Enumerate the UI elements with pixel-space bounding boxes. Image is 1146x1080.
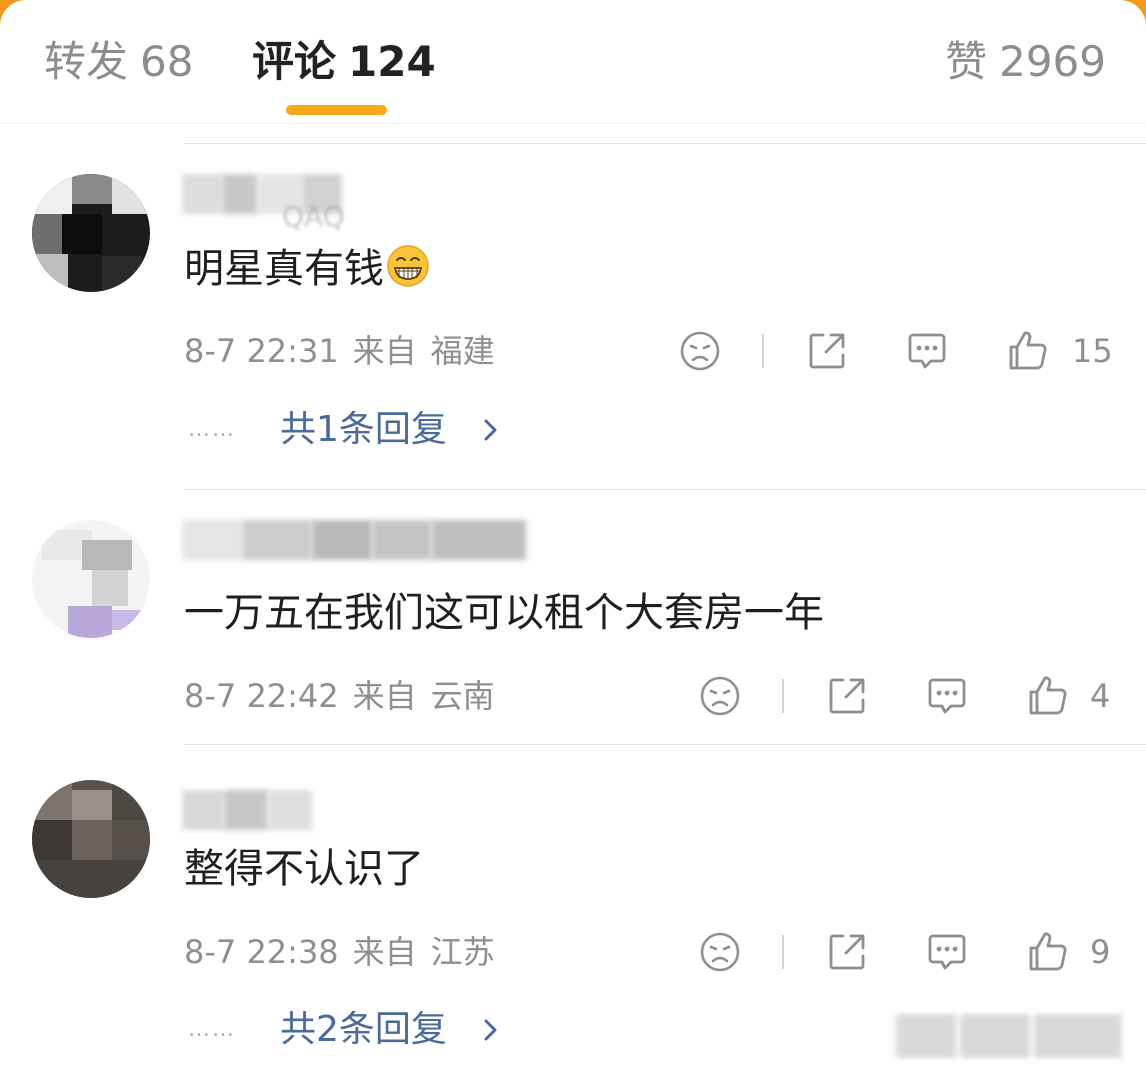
divider (782, 935, 784, 969)
grinning-face-icon (387, 245, 429, 287)
like-thumb-icon[interactable] (1026, 930, 1070, 974)
tab-repost-label: 转发 (44, 37, 129, 86)
tab-comments-count: 124 (348, 37, 436, 86)
comment-text: 整得不认识了 (184, 846, 424, 892)
dislike-face-icon[interactable] (678, 329, 722, 373)
replies-dots: …… (188, 1017, 236, 1042)
avatar[interactable] (32, 780, 150, 898)
divider (184, 744, 1146, 745)
divider (184, 143, 1146, 144)
timestamp: 8-7 22:31 (184, 332, 339, 370)
dislike-face-icon[interactable] (698, 930, 742, 974)
like-thumb-icon[interactable] (1026, 674, 1070, 718)
tab-bar: 转发 68 评论 124 赞 2969 (0, 0, 1146, 124)
tab-repost[interactable]: 转发 68 (44, 34, 193, 90)
location: 云南 (430, 677, 495, 715)
like-count: 9 (1090, 933, 1111, 971)
divider (762, 334, 764, 368)
tab-likes-count: 2969 (999, 37, 1106, 86)
timestamp: 8-7 22:38 (184, 933, 339, 971)
dislike-face-icon[interactable] (698, 674, 742, 718)
divider (782, 679, 784, 713)
comment-bubble-icon[interactable] (925, 930, 969, 974)
tab-repost-count: 68 (140, 37, 194, 86)
username[interactable]: QAQ (182, 174, 422, 233)
username[interactable] (182, 790, 312, 830)
replies-link: 共2条回复 (280, 1009, 447, 1050)
tab-likes-label: 赞 (945, 37, 988, 86)
location: 福建 (430, 332, 495, 370)
replies-link: 共1条回复 (280, 409, 447, 450)
from-label: 来自 (352, 933, 417, 971)
comment-text-content: 明星真有钱 (184, 246, 384, 292)
avatar[interactable] (32, 520, 150, 638)
timestamp: 8-7 22:42 (184, 677, 339, 715)
watermark (896, 1014, 1122, 1058)
tab-likes[interactable]: 赞 2969 (945, 34, 1106, 90)
share-icon[interactable] (825, 674, 869, 718)
like-thumb-icon[interactable] (1006, 329, 1050, 373)
like-count: 15 (1072, 332, 1113, 370)
location: 江苏 (430, 933, 495, 971)
comment-bubble-icon[interactable] (905, 329, 949, 373)
comments-panel: 转发 68 评论 124 赞 2969 QAQ 明星真有钱 8-7 22:31 … (0, 0, 1146, 1080)
share-icon[interactable] (805, 329, 849, 373)
username[interactable] (182, 520, 526, 560)
from-label: 来自 (352, 677, 417, 715)
tab-comments[interactable]: 评论 124 (252, 34, 436, 90)
comment-text: 明星真有钱 (184, 242, 430, 296)
like-count: 4 (1090, 677, 1111, 715)
avatar[interactable] (32, 174, 150, 292)
tab-comments-label: 评论 (252, 37, 337, 86)
comment-meta: 8-7 22:38 来自 江苏 (184, 932, 495, 972)
chevron-right-icon (484, 419, 497, 441)
replies-dots: …… (188, 417, 236, 442)
username-text: QAQ (282, 200, 345, 233)
active-tab-indicator (286, 105, 387, 115)
from-label: 来自 (352, 332, 417, 370)
divider (184, 489, 1146, 490)
chevron-right-icon (484, 1019, 497, 1041)
comment-bubble-icon[interactable] (925, 674, 969, 718)
comment-meta: 8-7 22:42 来自 云南 (184, 676, 495, 716)
share-icon[interactable] (825, 930, 869, 974)
comment-text: 一万五在我们这可以租个大套房一年 (184, 590, 824, 636)
comment-meta: 8-7 22:31 来自 福建 (184, 331, 495, 371)
